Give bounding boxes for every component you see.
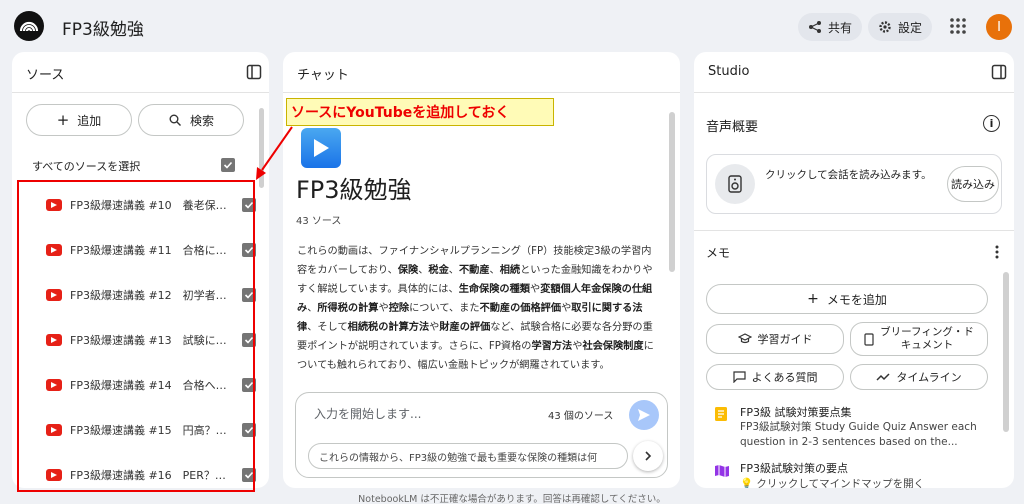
annotation-callout: ソースにYouTubeを追加しておく <box>286 98 554 126</box>
annotation-arrow <box>256 126 293 180</box>
